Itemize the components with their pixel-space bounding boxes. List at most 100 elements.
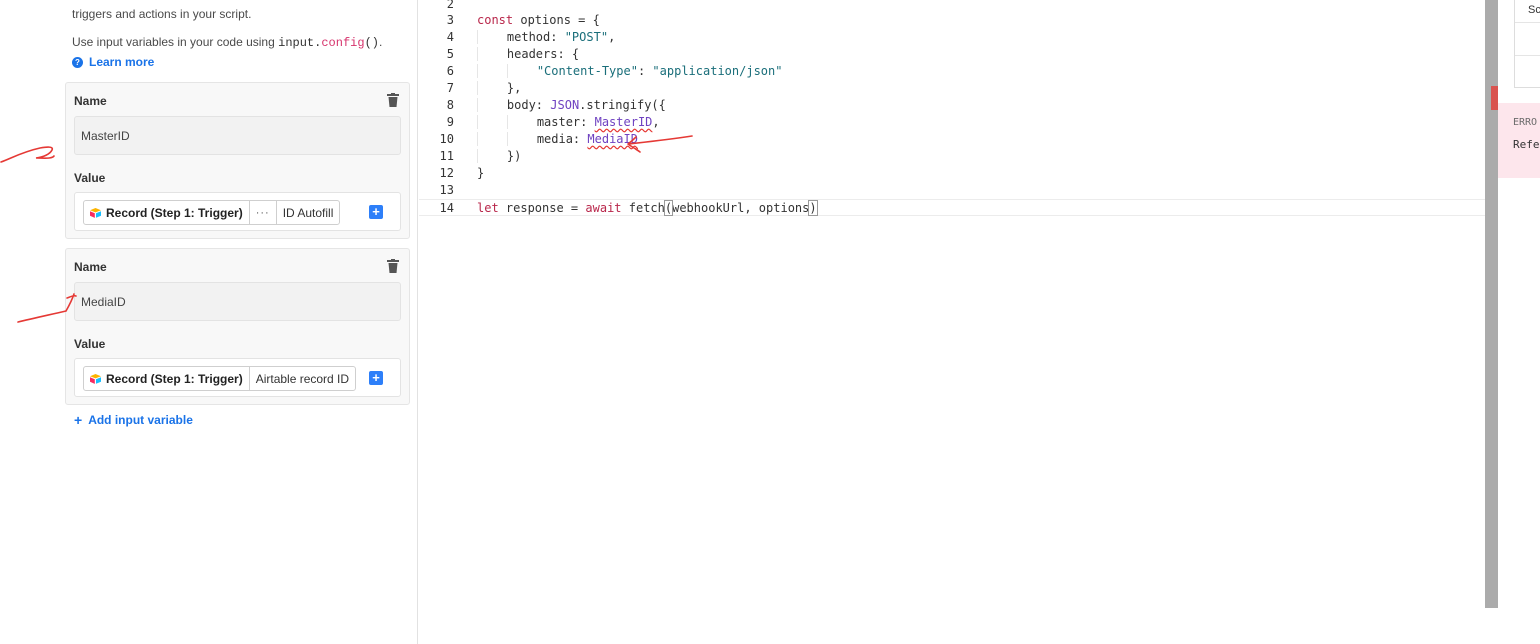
code-token: response = (498, 201, 586, 215)
learn-more-label: Learn more (89, 55, 155, 69)
error-message: Refe (1513, 138, 1540, 151)
string: "Content-Type" (536, 64, 638, 78)
usage-code-paren: () (364, 36, 379, 50)
output-card-text: Sc (1528, 4, 1540, 16)
annotation-arrow-icon (0, 146, 55, 163)
usage-code: input.config() (278, 36, 379, 50)
variable-name-input[interactable] (74, 282, 401, 321)
input-variable-card: Name Value Record (Step 1: Trigger) Airt… (65, 248, 410, 405)
code-line: 8 body: JSON.stringify({ (419, 97, 1485, 114)
code-text: master: MasterID, (477, 114, 660, 131)
intro-text: triggers and actions in your script. (72, 7, 252, 21)
line-number: 9 (446, 115, 454, 129)
line-number: 3 (446, 13, 454, 27)
code-line: 11 }) (419, 148, 1485, 165)
code-text: let response = await fetch(webhookUrl, o… (477, 200, 818, 217)
trash-icon[interactable] (387, 259, 399, 273)
record-token[interactable]: Record (Step 1: Trigger) ··· ID Autofill (83, 200, 341, 225)
line-number: 13 (439, 183, 454, 197)
code-line: 10 media: MediaID (419, 131, 1485, 148)
code-token: , (652, 115, 660, 129)
token-field-label: ID Autofill (282, 205, 334, 220)
code-token: master: (536, 115, 595, 129)
code-line: 4 method: "POST", (419, 29, 1485, 46)
variable-value-field[interactable]: Record (Step 1: Trigger) Airtable record… (74, 358, 401, 397)
value-label: Value (74, 337, 106, 351)
variable-value-field[interactable]: Record (Step 1: Trigger) ··· ID Autofill… (74, 192, 401, 231)
code-token: fetch (621, 201, 665, 215)
token-record-label: Record (Step 1: Trigger) (106, 205, 243, 220)
annotation-arrow-icon (17, 293, 77, 323)
variable-name-input[interactable] (74, 116, 401, 155)
airtable-logo-icon (90, 373, 101, 384)
help-icon: ? (72, 56, 83, 68)
code-token: webhookUrl, options (672, 201, 810, 215)
line-number: 10 (439, 132, 454, 146)
keyword: await (585, 201, 622, 215)
learn-more-link[interactable]: ? Learn more (72, 55, 154, 69)
line-number: 6 (446, 64, 454, 78)
airtable-logo-icon (90, 207, 101, 218)
line-number: 8 (446, 98, 454, 112)
output-panel: Sc ERRO Refe (1498, 0, 1540, 644)
code-text: method: "POST", (477, 29, 615, 46)
add-input-variable-button[interactable]: + Add input variable (74, 412, 193, 428)
add-value-button[interactable]: + (369, 205, 383, 219)
add-value-button[interactable]: + (369, 371, 383, 385)
error-scroll-marker (1491, 86, 1498, 110)
token-field-label: Airtable record ID (255, 371, 350, 386)
usage-suffix: . (378, 35, 383, 49)
code-token: body: (506, 98, 551, 112)
code-editor[interactable]: 2 3 const options = { 4 method: "POST", 5… (419, 0, 1485, 644)
token-record-segment: Record (Step 1: Trigger) (84, 201, 250, 224)
output-card: Sc (1514, 0, 1540, 88)
string: "application/json" (652, 64, 783, 78)
more-icon[interactable]: ··· (250, 201, 277, 224)
undefined-variable: MasterID (594, 115, 653, 129)
code-line-active: 14 let response = await fetch(webhookUrl,… (419, 199, 1485, 216)
code-token: , (608, 30, 616, 44)
error-message-box: ERRO Refe (1498, 103, 1540, 178)
code-token: media: (536, 132, 588, 146)
record-token[interactable]: Record (Step 1: Trigger) Airtable record… (83, 366, 357, 391)
code-text: const options = { (477, 12, 600, 29)
code-token: : (637, 64, 653, 78)
usage-prefix: Use input variables in your code using (72, 35, 279, 49)
value-label: Value (74, 171, 106, 185)
usage-code-fn: config (321, 36, 365, 50)
code-text: } (477, 166, 485, 180)
global-object: JSON (550, 98, 580, 112)
code-line: 9 master: MasterID, (419, 114, 1485, 131)
string: "POST" (564, 30, 609, 44)
keyword: let (477, 201, 499, 215)
name-label: Name (74, 260, 107, 274)
code-token: }, (506, 81, 522, 95)
token-record-label: Record (Step 1: Trigger) (106, 371, 243, 386)
line-number: 14 (439, 201, 454, 215)
code-token: }) (506, 149, 522, 163)
plus-icon: + (74, 412, 83, 428)
code-text: media: MediaID (477, 131, 638, 148)
matched-bracket: ) (808, 200, 818, 216)
keyword: const (477, 13, 514, 27)
usage-code-obj: input (278, 36, 315, 50)
code-text: body: JSON.stringify({ (477, 97, 666, 114)
line-number: 12 (439, 166, 454, 180)
code-text: "Content-Type": "application/json" (477, 63, 782, 80)
code-token: .stringify({ (579, 98, 666, 112)
code-line: 3 const options = { (419, 12, 1485, 29)
line-number: 11 (439, 149, 454, 163)
error-title: ERRO (1513, 117, 1538, 128)
code-line: 5 headers: { (419, 46, 1485, 63)
line-number: 5 (446, 47, 454, 61)
code-text: headers: { (477, 46, 579, 63)
add-input-variable-label: Add input variable (88, 413, 193, 427)
line-number: 7 (446, 81, 454, 95)
trash-icon[interactable] (387, 93, 399, 107)
code-line: 13 (419, 182, 1485, 199)
input-variable-card: Name Value Record (Step 1: Trigger) ··· … (65, 82, 410, 239)
code-line: 7 }, (419, 80, 1485, 97)
code-line: 6 "Content-Type": "application/json" (419, 63, 1485, 80)
code-text: }, (477, 80, 521, 97)
usage-text: Use input variables in your code using i… (72, 35, 382, 50)
